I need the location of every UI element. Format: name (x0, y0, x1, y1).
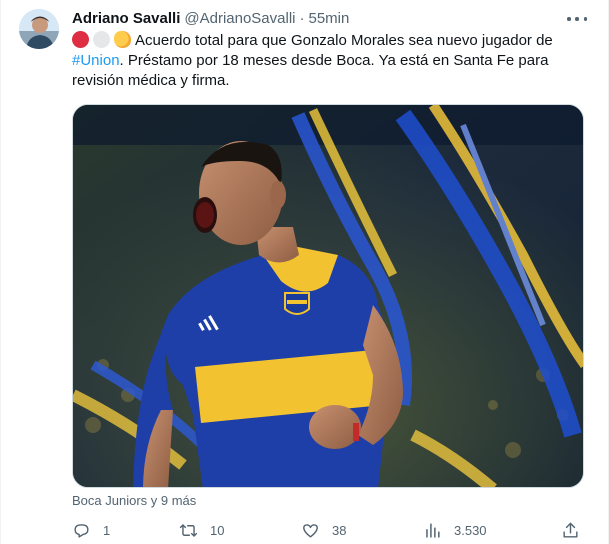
views-icon (426, 522, 440, 538)
share-icon (563, 522, 578, 538)
handshake-emoji (114, 31, 131, 48)
like-button[interactable]: 38 (301, 519, 346, 541)
player-photo (73, 105, 583, 487)
tweet-header: Adriano Savalli @AdrianoSavalli · 55min (72, 9, 349, 29)
retweet-button[interactable]: 10 (179, 519, 224, 541)
tweet-media-photo[interactable] (72, 104, 584, 488)
like-icon (303, 523, 318, 538)
like-count: 38 (332, 522, 347, 538)
hashtag-link[interactable]: #Union (72, 52, 120, 69)
tagged-users[interactable]: Boca Juniors y 9 más (72, 493, 196, 509)
share-button[interactable] (561, 519, 580, 541)
red-circle-emoji (72, 31, 89, 48)
views-button[interactable]: 3.530 (423, 519, 487, 541)
views-count: 3.530 (454, 522, 487, 538)
boca-crest-icon (284, 292, 310, 315)
more-icon[interactable] (567, 10, 587, 28)
tweet-time[interactable]: 55min (309, 9, 350, 29)
tweet-card[interactable]: Adriano Savalli @AdrianoSavalli · 55min … (0, 0, 609, 544)
avatar[interactable] (19, 9, 59, 49)
tweet-text-part2: . Préstamo por 18 meses desde Boca. Ya e… (72, 52, 549, 89)
reply-button[interactable]: 1 (72, 519, 110, 541)
separator-dot: · (299, 10, 305, 27)
tweet-text: Acuerdo total para que Gonzalo Morales s… (72, 31, 592, 91)
tweet-text-part1: Acuerdo total para que Gonzalo Morales s… (135, 32, 553, 49)
reply-count: 1 (103, 522, 111, 538)
retweet-count: 10 (210, 522, 225, 538)
white-circle-emoji (93, 31, 110, 48)
retweet-icon (179, 523, 198, 537)
reply-icon (74, 523, 89, 538)
action-bar: 1 10 38 3.530 (72, 519, 588, 541)
author-handle[interactable]: @AdrianoSavalli (184, 9, 295, 29)
author-name[interactable]: Adriano Savalli (72, 9, 180, 29)
